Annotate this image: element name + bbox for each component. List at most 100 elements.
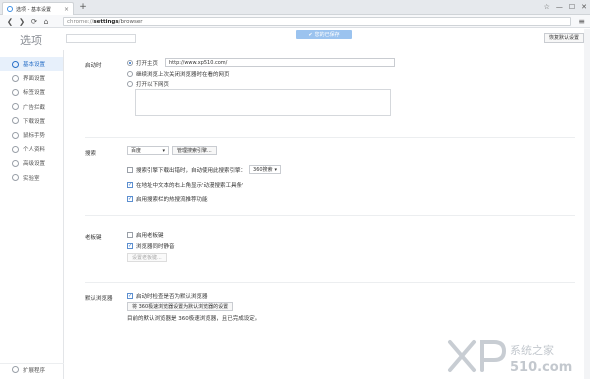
menu-icon[interactable]: ≡ [578, 16, 585, 27]
sidebar-item-download[interactable]: 下载设置 [0, 114, 63, 128]
search-engine-value: 百度 [131, 148, 142, 154]
minimize-icon[interactable]: — [556, 1, 563, 13]
manage-search-engines-button[interactable]: 管理搜索引擎... [172, 146, 217, 155]
search-fallback-label: 搜索引擎下载出错时，自动使用此搜索引擎： [136, 167, 247, 174]
address-bar[interactable]: chrome://settings/browser [63, 17, 571, 26]
sidebar-item-advanced[interactable]: 高级设置 [0, 156, 63, 170]
sidebar-item-interface[interactable]: 界面设置 [0, 71, 63, 85]
saved-banner: ✔ 您的已保存 [296, 30, 352, 39]
search-label: 搜索 [85, 151, 97, 157]
default-browser-checkbox[interactable]: ✓ [127, 293, 133, 299]
refresh-icon[interactable]: ⟳ [28, 16, 40, 27]
default-browser-button-row: 将 360极速浏览器设置为默认浏览器的设置 [127, 302, 234, 311]
search-engine-select[interactable]: 百度 ▾ [127, 146, 169, 155]
startup-home-label: 打开主页 [136, 60, 159, 67]
toolbar: ❮ ❯ ⟳ ⌂ chrome://settings/browser ≡ [0, 15, 590, 28]
set-default-browser-button[interactable]: 将 360极速浏览器设置为默认浏览器的设置 [127, 302, 234, 311]
bosskey-mute-label: 浏览器同时静音 [136, 244, 175, 250]
startup-home-radio[interactable] [127, 59, 133, 66]
search-fallback-checkbox[interactable] [127, 166, 133, 173]
home-url-input[interactable]: http://www.xp510.com/ [165, 58, 396, 67]
saved-banner-text: 您的已保存 [314, 32, 340, 38]
basic-settings-icon [12, 60, 19, 68]
sidebar-item-label: 高级设置 [23, 161, 46, 168]
bosskey-label: 老板键 [85, 235, 102, 241]
settings-search-input[interactable] [66, 34, 136, 43]
chevron-down-icon: ▾ [274, 166, 278, 173]
chevron-down-icon: ▾ [162, 147, 165, 154]
back-icon[interactable]: ❮ [4, 16, 16, 27]
startup-specific-radio[interactable] [127, 81, 133, 87]
sidebar-item-profile[interactable]: 个人资料 [0, 142, 63, 156]
sidebar-item-label: 基本设置 [23, 62, 46, 69]
restore-defaults-button[interactable]: 恢复默认设置 [543, 33, 584, 43]
close-window-icon[interactable]: ✕ [581, 1, 587, 13]
forward-icon[interactable]: ❯ [16, 16, 28, 27]
advanced-icon [12, 159, 19, 167]
sidebar-item-basic[interactable]: 基本设置 [0, 57, 63, 72]
sidebar-item-gestures[interactable]: 鼠标手势 [0, 128, 63, 142]
default-browser-check-row: ✓ 启动时检查是否为默认浏览器 [127, 292, 208, 300]
scrollbar[interactable] [584, 29, 590, 379]
startup-home-row: 打开主页 http://www.xp510.com/ [127, 58, 396, 67]
address-path: /browser [118, 18, 143, 25]
bosskey-enable-row: 启用老板键 [127, 231, 164, 239]
sidebar-item-label: 广告拦截 [23, 104, 46, 111]
default-browser-label: 默认浏览器 [85, 296, 113, 302]
address-host: settings [93, 18, 119, 25]
bosskey-mute-row: ✓ 浏览器同时静音 [127, 242, 175, 250]
tab-title: 选项 - 基本设置 [16, 6, 51, 13]
bosskey-enable-label: 启用老板键 [136, 233, 164, 239]
startup-pages-list[interactable] [135, 89, 391, 116]
section-divider [85, 282, 575, 283]
fallback-engine-select[interactable]: 360搜索 ▾ [249, 165, 282, 174]
sidebar-item-label: 实验室 [23, 175, 40, 182]
sidebar-item-extensions[interactable]: 扩展程序 [0, 363, 64, 375]
sidebar-item-adblock[interactable]: 广告拦截 [0, 100, 63, 114]
check-icon: ✔ [308, 31, 313, 38]
startup-label: 启动时 [85, 63, 102, 69]
search-recommend-row: ✓ 启用搜索栏的热搜流推荐功能 [127, 195, 208, 203]
section-divider [85, 137, 575, 138]
default-browser-check-label: 启动时检查是否为默认浏览器 [136, 294, 208, 300]
search-addressbar-checkbox[interactable]: ✓ [127, 182, 133, 188]
bosskey-setup-row: 设置老板键... [127, 253, 167, 262]
startup-specific-row: 打开以下网页 [127, 80, 169, 88]
close-tab-icon[interactable]: × [64, 6, 69, 13]
download-icon [12, 117, 19, 125]
search-fallback-row: 搜索引擎下载出错时，自动使用此搜索引擎： 360搜索 ▾ [127, 165, 282, 174]
startup-last-radio[interactable] [127, 71, 133, 77]
bosskey-setup-button[interactable]: 设置老板键... [127, 253, 167, 262]
search-addressbar-row: ✓ 在地址中文本的右上角显示'动漫搜索工具条' [127, 181, 244, 189]
default-browser-status-row: 目前的默认浏览器是 360极速浏览器，且已完成设定。 [127, 314, 260, 322]
default-browser-status: 目前的默认浏览器是 360极速浏览器，且已完成设定。 [127, 316, 261, 322]
tabs-icon [12, 88, 19, 96]
sidebar-item-tabs[interactable]: 标签设置 [0, 85, 63, 99]
user-icon [12, 145, 19, 153]
section-divider [85, 215, 575, 216]
startup-last-row: 继续浏览上次关闭浏览器时在看的网页 [127, 70, 230, 78]
maximize-icon[interactable]: ☐ [569, 1, 575, 13]
sidebar-item-label: 鼠标手势 [23, 133, 46, 140]
startup-specific-label: 打开以下网页 [136, 82, 170, 88]
mouse-gesture-icon [12, 131, 19, 139]
startup-last-label: 继续浏览上次关闭浏览器时在看的网页 [136, 72, 230, 78]
sidebar-item-lab[interactable]: 实验室 [0, 171, 63, 185]
bosskey-mute-checkbox[interactable]: ✓ [127, 243, 133, 249]
search-recommend-label: 启用搜索栏的热搜流推荐功能 [136, 197, 208, 203]
search-engine-row: 百度 ▾ 管理搜索引擎... [127, 146, 217, 155]
sidebar-item-label: 标签设置 [23, 90, 46, 97]
sidebar-item-label: 下载设置 [23, 118, 46, 125]
favorite-icon[interactable]: ☆ [544, 1, 550, 13]
window-controls: ☆ — ☐ ✕ [544, 1, 587, 13]
settings-main: 启动时 打开主页 http://www.xp510.com/ 继续浏览上次关闭浏… [65, 50, 583, 379]
adblock-icon [12, 103, 19, 111]
extensions-icon [12, 366, 19, 373]
interface-icon [12, 74, 19, 82]
new-tab-button[interactable]: + [78, 2, 88, 13]
home-icon[interactable]: ⌂ [40, 16, 52, 27]
sidebar-item-label: 个人资料 [23, 147, 46, 154]
search-recommend-checkbox[interactable]: ✓ [127, 196, 133, 202]
tab-settings[interactable]: 选项 - 基本设置 × [2, 2, 74, 15]
bosskey-enable-checkbox[interactable] [127, 232, 133, 238]
